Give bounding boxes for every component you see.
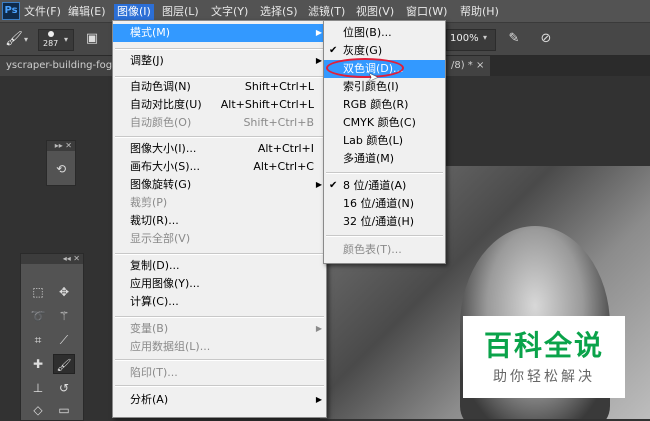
menu-window[interactable]: 窗口(W): [406, 4, 447, 20]
menu-item-calculations[interactable]: 计算(C)...: [113, 293, 326, 311]
menu-item-adjust[interactable]: 调整(J) ▶: [113, 52, 326, 70]
brush-preset-picker[interactable]: 287 ▾: [38, 29, 74, 51]
airbrush-icon[interactable]: ✎: [503, 29, 525, 49]
brush-icon[interactable]: 🖌: [4, 29, 24, 49]
menu-item-duplicate[interactable]: 复制(D)...: [113, 257, 326, 275]
submenu-item-16bit[interactable]: 16 位/通道(N): [324, 195, 445, 213]
history-brush-icon[interactable]: ↺: [53, 378, 75, 398]
brush-panel-toggle-icon[interactable]: ▣: [82, 29, 102, 49]
magic-wand-icon[interactable]: ⚚: [53, 306, 75, 326]
stamp-icon[interactable]: ⊥: [27, 378, 49, 398]
menu-image[interactable]: 图像(I): [114, 4, 154, 20]
crop-icon[interactable]: ⌗: [27, 330, 49, 350]
brush-size-value: 287: [43, 39, 59, 48]
submenu-item-rgb-color[interactable]: RGB 颜色(R): [324, 96, 445, 114]
submenu-item-indexed-color[interactable]: 索引颜色(I): [324, 78, 445, 96]
menu-layer[interactable]: 图层(L): [162, 4, 199, 20]
menu-item-reveal-all: 显示全部(V): [130, 232, 191, 245]
move-icon[interactable]: ✥: [53, 282, 75, 302]
gradient-icon[interactable]: ▭: [53, 400, 75, 420]
submenu-arrow-icon: ▶: [315, 28, 322, 37]
menu-separator: [115, 136, 324, 138]
checkmark-icon: ✔: [329, 45, 338, 56]
zoom-field[interactable]: 100% ▾: [446, 29, 496, 51]
watermark-title: 百科全说: [483, 329, 604, 362]
watermark: 百科全说 助你轻松解决: [463, 316, 625, 398]
eraser-icon[interactable]: ◇: [27, 400, 49, 420]
submenu-item-8bit[interactable]: ✔ 8 位/通道(A): [324, 177, 445, 195]
menu-separator: [115, 48, 324, 50]
submenu-item-cmyk-color[interactable]: CMYK 颜色(C): [324, 114, 445, 132]
menu-item-variables: 变量(B) ▶: [113, 320, 326, 338]
menu-help[interactable]: 帮助(H): [460, 4, 499, 20]
chevron-down-icon: ▾: [64, 35, 69, 44]
tools-panel-header[interactable]: ◂◂ ✕: [21, 254, 83, 264]
zoom-value: 100%: [450, 33, 479, 44]
menu-item-trim[interactable]: 裁切(R)...: [113, 212, 326, 230]
document-tab[interactable]: yscraper-building-fog.jp: [0, 56, 131, 76]
menu-item-canvas-size[interactable]: 画布大小(S)... Alt+Ctrl+C: [113, 158, 326, 176]
menu-item-analysis[interactable]: 分析(A) ▶: [113, 391, 326, 409]
history-panel-icon[interactable]: ⟲: [50, 159, 72, 179]
pressure-icon[interactable]: ⊘: [535, 29, 557, 49]
image-menu-dropdown: 模式(M) ▶ 调整(J) ▶ 自动色调(N) Shift+Ctrl+L 自动对比度(…: [112, 20, 327, 418]
checkmark-icon: ✔: [329, 180, 338, 191]
menu-item-apply-data-set: 应用数据组(L)...: [130, 340, 211, 353]
menu-separator: [115, 316, 324, 318]
panel-header[interactable]: ▸▸ ✕: [47, 141, 75, 151]
menu-select[interactable]: 选择(S): [260, 4, 298, 20]
menu-item-auto-color: 自动颜色(O) Shift+Ctrl+B: [130, 116, 314, 129]
menu-item-auto-contrast[interactable]: 自动对比度(U) Alt+Shift+Ctrl+L: [113, 96, 326, 114]
healing-icon[interactable]: ✚: [27, 354, 49, 374]
submenu-item-lab-color[interactable]: Lab 颜色(L): [324, 132, 445, 150]
menu-item-apply-image[interactable]: 应用图像(Y)...: [113, 275, 326, 293]
submenu-item-multichannel[interactable]: 多通道(M): [324, 150, 445, 168]
highlight-ring: [326, 58, 404, 78]
submenu-arrow-icon: ▶: [315, 180, 322, 189]
menu-item-mode[interactable]: 模式(M) ▶: [113, 24, 326, 42]
chevron-down-icon: ▾: [483, 33, 488, 42]
submenu-arrow-icon: ▶: [315, 395, 322, 404]
submenu-item-32bit[interactable]: 32 位/通道(H): [324, 213, 445, 231]
mode-submenu: 位图(B)... ✔ 灰度(G) 双色调(D)... 索引颜色(I) RGB 颜色…: [323, 20, 446, 264]
menu-type[interactable]: 文字(Y): [211, 4, 248, 20]
submenu-item-bitmap[interactable]: 位图(B)...: [324, 24, 445, 42]
watermark-subtitle: 助你轻松解决: [493, 369, 595, 385]
menu-separator: [326, 235, 443, 237]
menu-item-crop: 裁剪(P): [130, 196, 168, 209]
menu-separator: [115, 253, 324, 255]
menu-filter[interactable]: 滤镜(T): [308, 4, 345, 20]
eyedropper-icon[interactable]: ⟋: [53, 330, 75, 350]
menu-separator: [326, 172, 443, 174]
submenu-arrow-icon: ▶: [315, 56, 322, 65]
app-logo: Ps: [2, 2, 20, 20]
menu-view[interactable]: 视图(V): [356, 4, 394, 20]
menu-file[interactable]: 文件(F): [24, 4, 61, 20]
submenu-arrow-icon: ▶: [315, 324, 322, 333]
menu-edit[interactable]: 编辑(E): [68, 4, 106, 20]
tools-panel: ◂◂ ✕ ⬚ ✥ ➰ ⚚ ⌗ ⟋ ✚ 🖌 ⊥ ↺ ◇ ▭: [20, 253, 84, 421]
menu-separator: [115, 385, 324, 387]
menu-item-trap: 陷印(T)...: [130, 366, 178, 379]
submenu-item-grayscale[interactable]: ✔ 灰度(G): [324, 42, 445, 60]
menu-separator: [115, 359, 324, 361]
menu-item-image-rotation[interactable]: 图像旋转(G) ▶: [113, 176, 326, 194]
marquee-icon[interactable]: ⬚: [27, 282, 49, 302]
mouse-pointer-icon: ➤: [368, 70, 379, 84]
submenu-item-color-table: 颜色表(T)...: [343, 243, 402, 256]
document-tab-active[interactable]: /8) * ×: [445, 56, 491, 76]
chevron-down-icon[interactable]: ▾: [24, 35, 28, 44]
lasso-icon[interactable]: ➰: [27, 306, 49, 326]
brush-tip-icon: [48, 31, 54, 37]
collapsed-panel: ▸▸ ✕ ⟲: [46, 140, 76, 186]
brush-tool-icon[interactable]: 🖌: [53, 354, 75, 374]
menu-item-image-size[interactable]: 图像大小(I)... Alt+Ctrl+I: [113, 140, 326, 158]
menu-item-auto-tone[interactable]: 自动色调(N) Shift+Ctrl+L: [113, 78, 326, 96]
